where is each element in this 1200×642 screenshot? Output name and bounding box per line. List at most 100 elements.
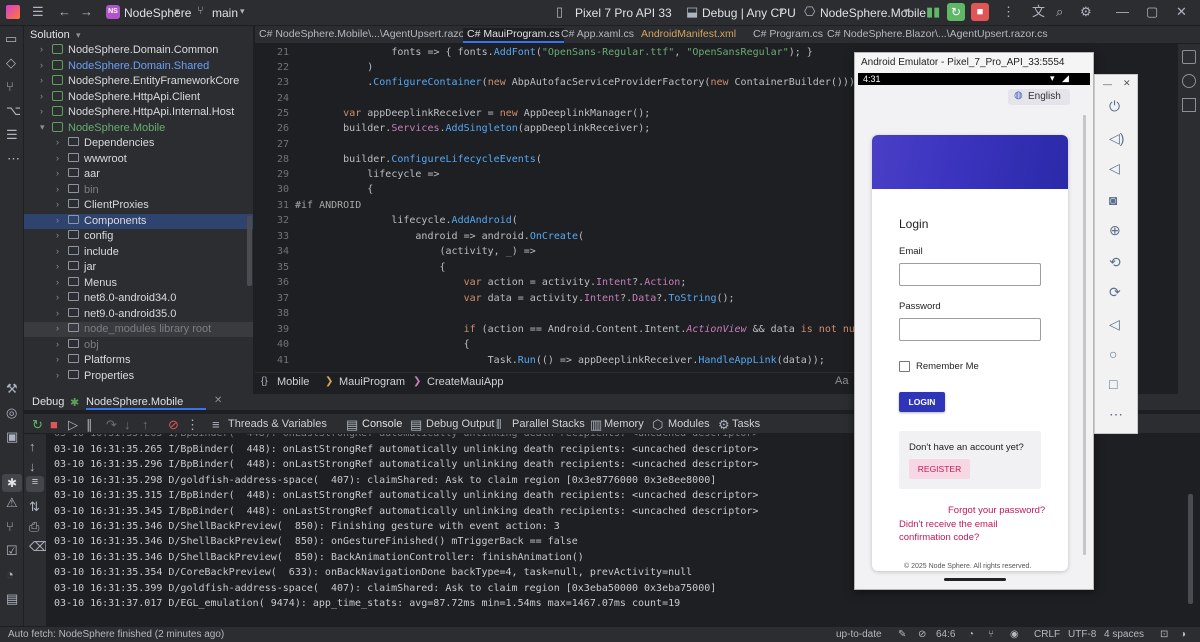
chevron-right-icon[interactable]: › [56,168,59,178]
terminal-icon[interactable]: ▣ [6,430,18,443]
volume-down-icon[interactable]: ◁ [1109,161,1120,175]
chevron-right-icon[interactable]: › [56,215,59,225]
device-selector[interactable]: Pixel 7 Pro API 33 [575,6,672,20]
tree-item[interactable]: › Dependencies [24,136,253,151]
chevron-right-icon[interactable]: › [40,60,43,70]
step-over-icon[interactable]: ↷ [106,418,117,431]
tree-item[interactable]: › Platforms [24,353,253,368]
chevron-down-icon[interactable]: ▾ [40,122,45,133]
filter-icon[interactable]: ⇅ [29,500,40,513]
project-selector[interactable]: NodeSphere [124,6,191,20]
register-button[interactable]: REGISTER [909,459,970,479]
debug-session-tab[interactable]: NodeSphere.Mobile [86,396,206,410]
tab-console[interactable]: Console [362,418,402,430]
status-icon-rider[interactable]: ◔ [968,629,974,640]
chevron-down-icon[interactable]: ▾ [779,7,784,16]
breadcrumb-class[interactable]: MauiProgram [339,376,405,388]
build-icon[interactable]: ▮▮ [926,5,940,18]
hamburger-menu-icon[interactable]: ☰ [32,5,44,18]
folder-icon[interactable]: ▭ [5,32,17,45]
phone-display[interactable]: 4:31 ▾ ◢ ◍ English Login Email Password … [858,73,1090,588]
tree-item[interactable]: › NodeSphere.EntityFrameworkCore [24,74,253,89]
breadcrumb-method[interactable]: CreateMauiApp [427,376,503,388]
remember-me-checkbox[interactable] [899,361,910,372]
status-icon-git[interactable]: ⑂ [988,629,994,640]
tab-memory[interactable]: Memory [604,418,644,430]
database-tool-icon[interactable] [1182,98,1196,112]
forgot-password-link[interactable]: Forgot your password? [948,505,1045,516]
chevron-right-icon[interactable]: › [56,184,59,194]
tab-modules[interactable]: Modules [668,418,710,430]
stop-icon[interactable]: ■ [50,418,58,431]
tree-item[interactable]: › net9.0-android35.0 [24,307,253,322]
chevron-right-icon[interactable]: › [56,292,59,302]
services-icon[interactable]: ◎ [6,406,17,419]
ai-assistant-icon[interactable] [1182,74,1196,88]
chevron-down-icon[interactable]: ▾ [240,7,245,16]
step-into-icon[interactable]: ↓ [124,418,131,431]
git-icon[interactable]: ⑂ [6,520,14,533]
build-tool-icon[interactable]: ⚒ [6,382,18,395]
password-field[interactable] [899,318,1041,341]
more-icon[interactable]: ⋯ [7,152,20,165]
breadcrumb-namespace[interactable]: Mobile [277,376,309,388]
status-lock-icon[interactable]: ⊡ [1160,629,1168,640]
minimize-icon[interactable]: — [1116,5,1129,18]
unit-tests-icon[interactable]: ▤ [6,592,18,605]
resend-confirmation-link[interactable]: Didn't receive the email confirmation co… [899,518,1019,544]
tab-tasks[interactable]: Tasks [732,418,760,430]
chevron-right-icon[interactable]: › [56,246,59,256]
status-notifications-icon[interactable]: ◑ [1180,629,1186,640]
email-field[interactable] [899,263,1041,286]
zoom-icon[interactable]: ⊕ [1109,223,1121,237]
notifications-tool-icon[interactable] [1182,50,1196,64]
more-icon[interactable]: ⋯ [1109,407,1123,421]
tree-item[interactable]: › obj [24,338,253,353]
branch-icon[interactable]: ⑂ [6,80,14,93]
app-scrollbar[interactable] [1083,115,1086,555]
back-arrow-icon[interactable]: ← [58,5,71,18]
status-uptodate[interactable]: up-to-date [836,629,882,640]
scroll-up-icon[interactable]: ↑ [29,440,36,453]
tree-item[interactable]: › include [24,245,253,260]
scroll-down-icon[interactable]: ↓ [29,460,36,473]
tree-item[interactable]: › Menus [24,276,253,291]
tab-agentupsert-mobile[interactable]: C# NodeSphere.Mobile\...\AgentUpsert.raz… [259,28,481,43]
tab-parallel-stacks[interactable]: Parallel Stacks [512,418,585,430]
chevron-right-icon[interactable]: › [56,323,59,333]
gesture-bar[interactable] [944,578,1006,581]
chevron-down-icon[interactable]: ▾ [904,7,909,16]
status-position[interactable]: 64:6 [936,629,955,640]
pause-icon[interactable]: ∥ [86,418,93,431]
more-icon[interactable]: ⋮ [186,418,199,431]
status-indent[interactable]: 4 spaces [1104,629,1144,640]
structure-icon[interactable]: ⌥ [6,104,21,117]
chevron-down-icon[interactable]: ▾ [76,30,81,41]
close-icon[interactable]: ✕ [1123,78,1131,89]
tab-debug-output[interactable]: Debug Output [426,418,495,430]
todo-icon[interactable]: ☑ [6,544,18,557]
tab-android-manifest[interactable]: AndroidManifest.xml [641,28,736,43]
tab-program[interactable]: C# Program.cs [753,28,823,43]
tree-item[interactable]: › net8.0-android34.0 [24,291,253,306]
close-icon[interactable]: ✕ [214,395,222,406]
tree-item[interactable]: › bin [24,183,253,198]
tree-item[interactable]: › Components [24,213,253,229]
chevron-right-icon[interactable]: › [56,339,59,349]
step-out-icon[interactable]: ↑ [142,418,149,431]
status-icon-check[interactable]: ⊘ [918,629,926,640]
status-line-separator[interactable]: CRLF [1034,629,1060,640]
translate-icon[interactable]: 文 [1032,5,1045,18]
maximize-icon[interactable]: ▢ [1146,5,1158,18]
tree-item[interactable]: › NodeSphere.Domain.Common [24,43,253,58]
tree-scrollbar[interactable] [247,216,252,286]
status-message[interactable]: Auto fetch: NodeSphere finished (2 minut… [8,629,224,640]
forward-arrow-icon[interactable]: → [80,5,93,18]
rotate-right-icon[interactable]: ⟳ [1109,285,1121,299]
console-scrollbar[interactable] [1188,494,1193,604]
tree-item[interactable]: ▾ NodeSphere.Mobile [24,121,253,136]
breakpoint-icon[interactable]: ⊘ [168,418,179,431]
tab-app-xaml[interactable]: C# App.xaml.cs [561,28,634,43]
chevron-right-icon[interactable]: › [40,44,43,54]
tree-item[interactable]: › NodeSphere.HttpApi.Client [24,90,253,105]
